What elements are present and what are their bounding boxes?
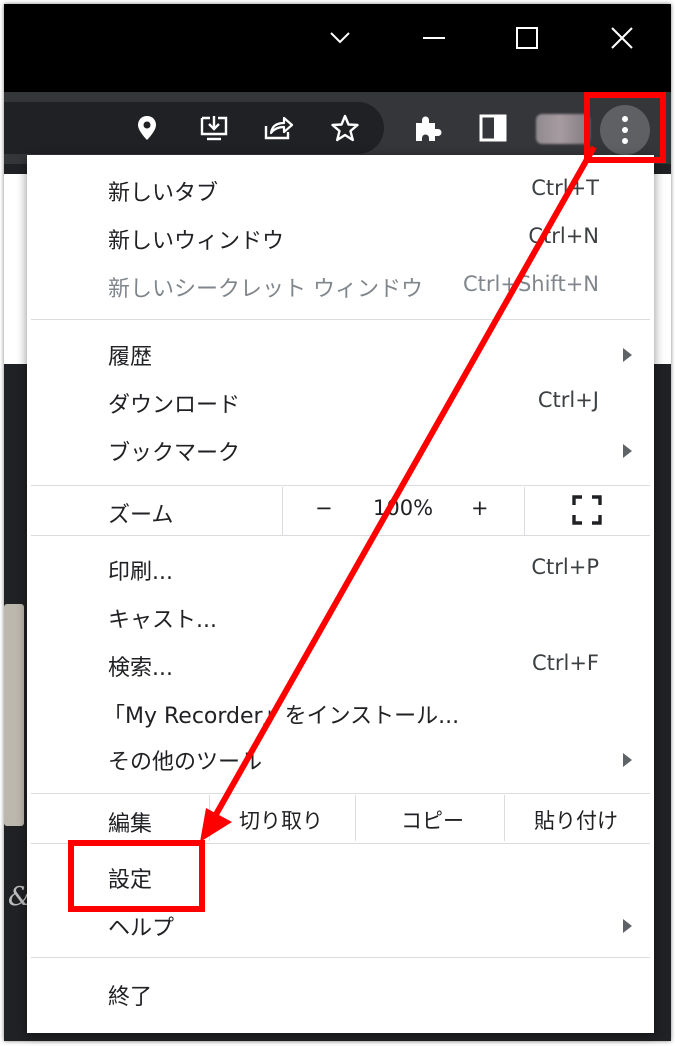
cut-button[interactable]: 切り取り [239,805,323,835]
menu-divider [31,485,650,486]
menu-item-shortcut: Ctrl+P [531,555,599,579]
edit-divider [355,795,356,841]
menu-item-shortcut: Ctrl+F [531,651,599,675]
menu-divider [31,319,650,320]
menu-item-label: ブックマーク [108,441,241,466]
menu-item-label: その他のツール [108,750,263,775]
menu-item-new-tab[interactable]: 新しいタブ Ctrl+T [27,167,654,213]
menu-item-label: 「My Recorder」をインストール... [103,704,460,729]
fullscreen-icon[interactable] [572,495,602,530]
zoom-level-value: 100% [373,496,434,520]
menu-item-shortcut: Ctrl+Shift+N [463,272,599,296]
menu-item-label: 検索... [108,656,173,681]
paste-button[interactable]: 貼り付け [534,805,618,835]
install-app-icon[interactable] [194,108,234,148]
menu-item-cast[interactable]: キャスト... [27,594,654,640]
menu-row-zoom: ズーム [27,487,654,535]
tab-search-icon[interactable] [320,18,360,58]
menu-item-find[interactable]: 検索... Ctrl+F [27,642,654,688]
menu-item-label: 新しいウィンドウ [108,229,285,254]
menu-divider [31,843,650,844]
bookmark-star-icon[interactable] [325,108,365,148]
edit-divider [504,795,505,841]
menu-item-new-incognito-window[interactable]: 新しいシークレット ウィンドウ Ctrl+Shift+N [27,263,654,309]
menu-item-label: 設定 [108,868,153,893]
menu-item-label: キャスト... [108,608,217,633]
menu-item-new-window[interactable]: 新しいウィンドウ Ctrl+N [27,215,654,261]
menu-item-label: 新しいシークレット ウィンドウ [108,277,423,302]
menu-divider [31,957,650,958]
page-side-panel [4,604,24,826]
maximize-icon[interactable] [507,18,547,58]
location-pin-icon[interactable] [127,108,167,148]
browser-toolbar [4,92,671,164]
title-bar [4,4,671,92]
menu-item-label: 履歴 [108,345,153,370]
side-panel-icon[interactable] [473,108,513,148]
minimize-icon[interactable] [414,18,454,58]
share-icon[interactable] [258,108,298,148]
menu-divider [31,535,650,536]
menu-item-exit[interactable]: 終了 [27,971,654,1017]
menu-item-help[interactable]: ヘルプ [27,902,654,948]
edit-label: 編集 [108,812,153,837]
menu-item-more-tools[interactable]: その他のツール [27,736,654,782]
chrome-main-menu: 新しいタブ Ctrl+T 新しいウィンドウ Ctrl+N 新しいシークレット ウ… [27,155,654,1033]
extensions-icon[interactable] [407,108,447,148]
menu-item-label: 終了 [108,985,153,1010]
menu-item-label: 印刷... [108,560,173,585]
zoom-divider [524,487,525,535]
menu-item-bookmarks[interactable]: ブックマーク [27,427,654,473]
menu-item-label: ダウンロード [108,393,241,418]
menu-item-print[interactable]: 印刷... Ctrl+P [27,546,654,592]
menu-item-shortcut: Ctrl+T [531,176,599,200]
submenu-arrow-icon [623,348,632,362]
zoom-divider [282,487,283,535]
menu-divider [31,793,650,794]
copy-button[interactable]: コピー [401,805,464,835]
submenu-arrow-icon [623,444,632,458]
zoom-label: ズーム [108,503,174,528]
zoom-out-button[interactable]: − [315,496,333,520]
menu-item-downloads[interactable]: ダウンロード Ctrl+J [27,379,654,425]
menu-item-shortcut: Ctrl+N [528,224,599,248]
edit-divider [209,795,210,841]
menu-item-settings[interactable]: 設定 [27,854,654,900]
menu-item-shortcut: Ctrl+J [537,388,599,412]
menu-item-install-app[interactable]: 「My Recorder」をインストール... [27,690,654,736]
submenu-arrow-icon [623,753,632,767]
zoom-in-button[interactable]: + [471,496,489,520]
menu-item-label: ヘルプ [108,916,175,941]
submenu-arrow-icon [623,919,632,933]
close-icon[interactable] [602,18,642,58]
menu-kebab-icon[interactable] [600,105,650,155]
menu-item-label: 新しいタブ [108,181,219,206]
menu-item-history[interactable]: 履歴 [27,331,654,377]
profile-avatar[interactable] [536,114,590,144]
